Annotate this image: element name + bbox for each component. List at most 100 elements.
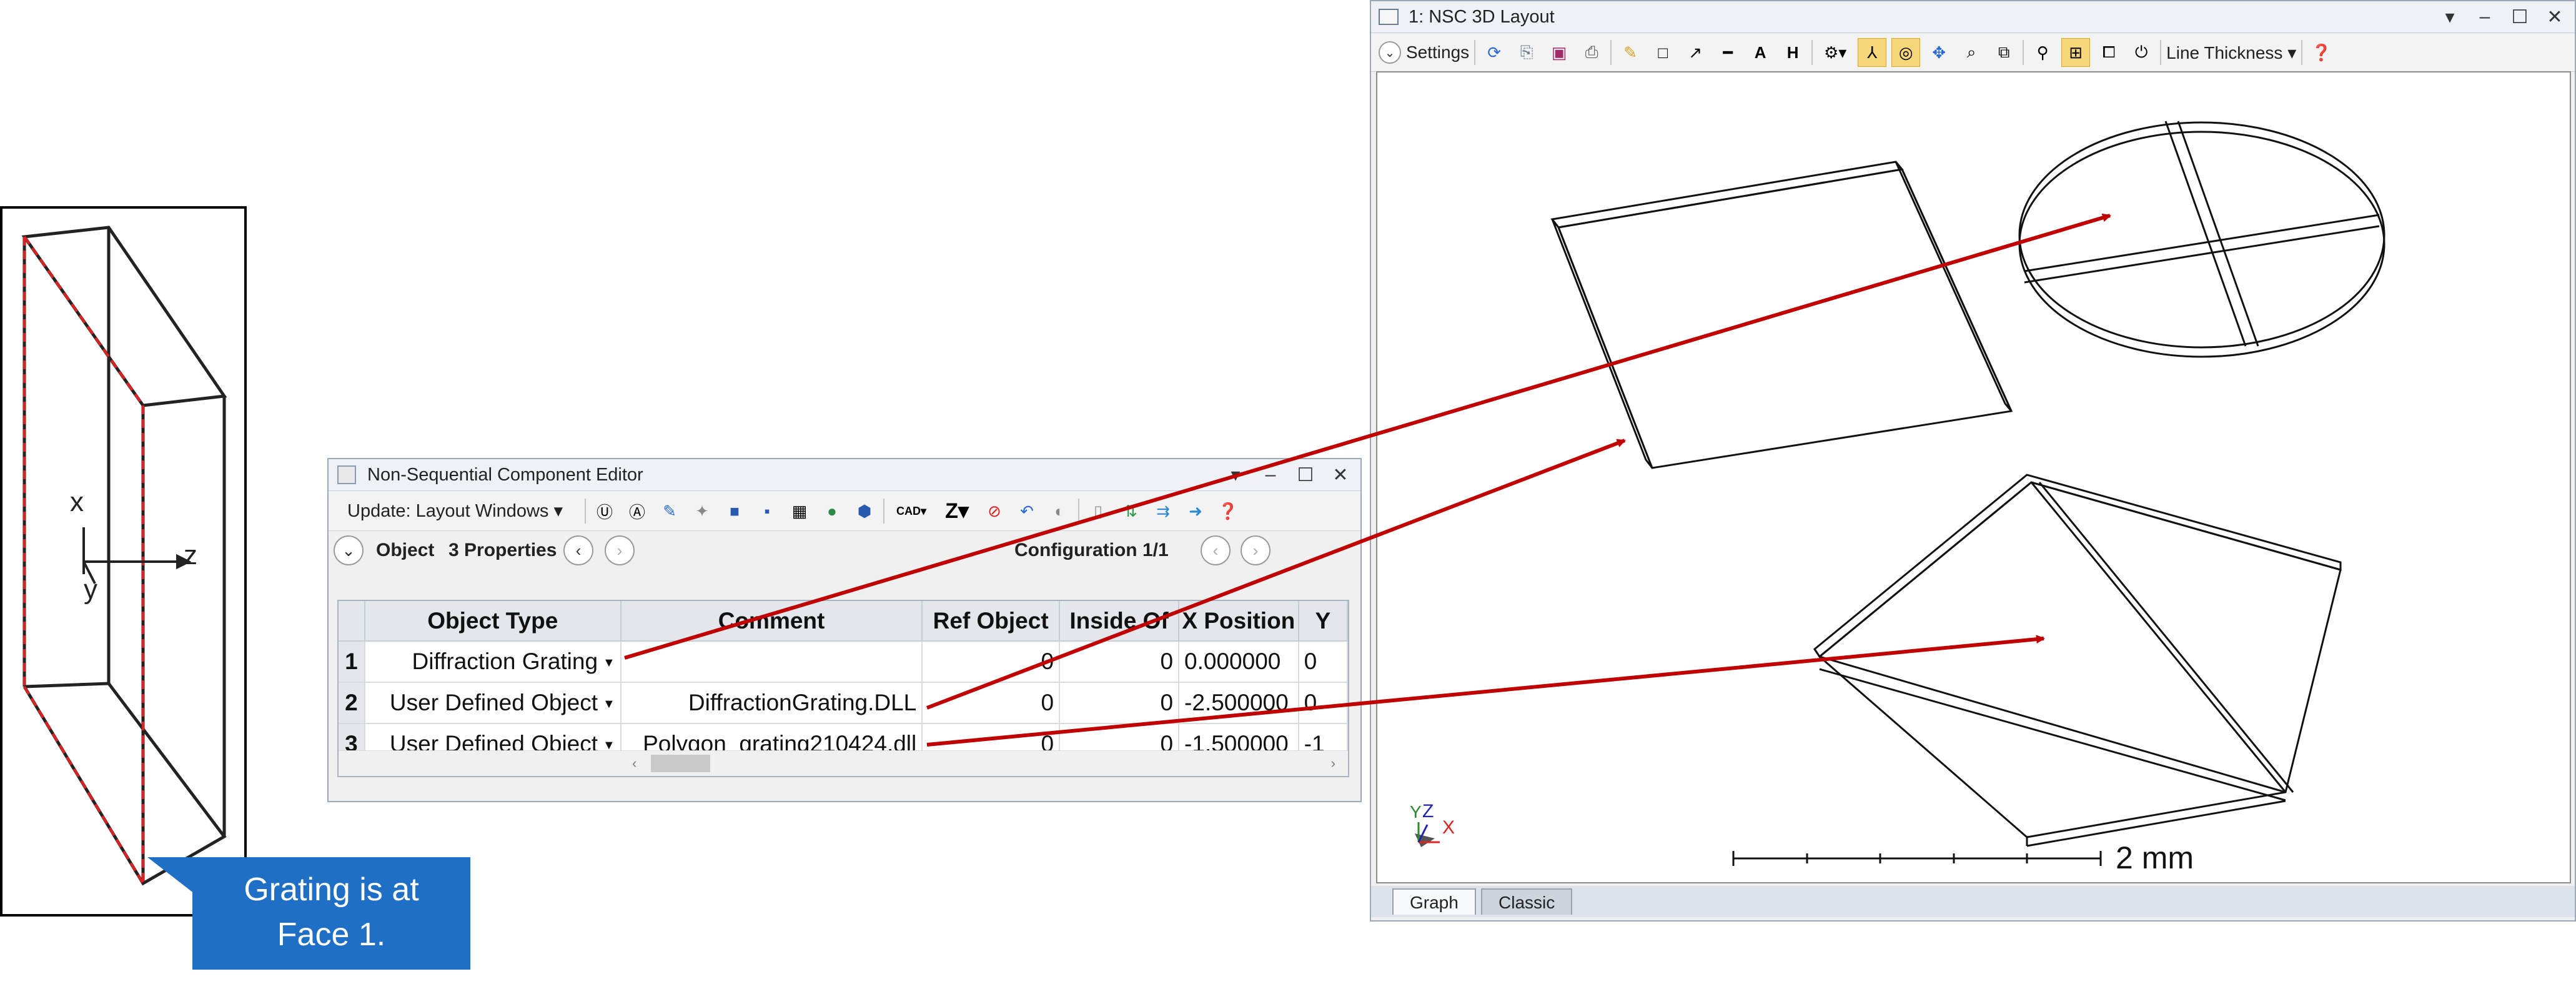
cad-dropdown[interactable]: CAD ▾ [889, 497, 933, 525]
window-icon[interactable]: ⧠ [2095, 39, 2123, 66]
line-icon[interactable]: ━ [1714, 39, 1741, 66]
scrollbar-thumb[interactable] [651, 755, 710, 772]
save-icon[interactable]: ▣ [1545, 39, 1573, 66]
editor-titlebar[interactable]: Non-Sequential Component Editor ▾ – ☐ ✕ [329, 459, 1360, 491]
minimize-icon[interactable]: – [2471, 3, 2499, 31]
page-icon[interactable]: ▯ [1084, 497, 1112, 525]
comment-cell[interactable]: DiffractionGrating.DLL [620, 682, 923, 724]
rotate-dropdown-icon[interactable]: ⚙▾ [1818, 39, 1853, 66]
dropdown-icon[interactable]: ▼ [603, 697, 615, 711]
help-icon[interactable]: ❓ [2307, 39, 2335, 66]
fit-icon[interactable]: ⊞ [2061, 38, 2091, 67]
merge-icon[interactable]: ⇉ [1149, 497, 1177, 525]
settings-button[interactable]: Settings [1406, 42, 1469, 62]
undo-icon[interactable]: ↶ [1013, 497, 1041, 525]
column-header[interactable]: Inside Of [1059, 601, 1180, 642]
update-icon[interactable]: Ⓤ [591, 497, 618, 525]
collapse-icon[interactable]: ⌄ [334, 535, 364, 565]
ref-object-cell[interactable]: 0 [922, 682, 1061, 724]
row-number[interactable]: 1 [339, 641, 365, 683]
exchange-icon[interactable]: ⇅ [1117, 497, 1144, 525]
line-thickness-dropdown[interactable]: Line Thickness ▾ [2166, 42, 2296, 63]
next-object-icon[interactable]: › [605, 535, 635, 565]
scroll-right-icon[interactable]: › [1331, 751, 1335, 776]
toggle-icon[interactable]: ◐ [1046, 497, 1073, 525]
inside-of-cell[interactable]: 0 [1059, 641, 1180, 683]
prev-object-icon[interactable]: ‹ [563, 535, 593, 565]
scale-label: 2 mm [2116, 840, 2194, 875]
maximize-icon[interactable]: ☐ [1292, 461, 1319, 489]
table-row[interactable]: 2 User Defined Object ▼ DiffractionGratin… [339, 682, 1348, 724]
comment-cell[interactable] [620, 641, 923, 683]
stop-icon[interactable]: ⊘ [981, 497, 1008, 525]
print-icon[interactable]: ⎙ [1578, 39, 1605, 66]
z-dropdown[interactable]: Z▾ [938, 497, 976, 525]
help-icon[interactable]: ❓ [1214, 497, 1242, 525]
layout-canvas[interactable]: 2 mm X Y Z [1376, 71, 2571, 883]
close-icon[interactable]: ✕ [1327, 461, 1354, 489]
properties-label[interactable]: 3 Properties [448, 532, 557, 569]
cube-icon[interactable]: ■ [721, 497, 748, 525]
rotate-icon[interactable]: ◎ [1891, 38, 1921, 67]
tab-graph[interactable]: Graph [1392, 888, 1476, 915]
x-position-cell[interactable]: -2.500000 [1179, 682, 1299, 724]
row-number[interactable]: 2 [339, 682, 365, 724]
axes-icon[interactable]: ⅄ [1858, 38, 1887, 67]
update-layout-dropdown[interactable]: Update: Layout Windows ▾ [347, 497, 563, 525]
zoom-box-icon[interactable]: ⧉ [1990, 39, 2018, 66]
next-arrow-icon[interactable]: ➜ [1182, 497, 1209, 525]
column-header[interactable]: Object Type [364, 601, 622, 642]
refresh-icon[interactable]: ⟳ [1480, 39, 1508, 66]
layout-window: 1: NSC 3D Layout ▾ – ☐ ✕ ⌄ Settings ⟳ ⎘ … [1370, 0, 2576, 922]
toolbar-separator [2023, 40, 2024, 65]
arrow-line-icon[interactable]: ↗ [1682, 39, 1709, 66]
scroll-left-icon[interactable]: ‹ [632, 751, 637, 776]
next-config-icon[interactable]: › [1241, 535, 1271, 565]
text-icon[interactable]: A [1746, 39, 1774, 66]
dropdown-icon[interactable]: ▼ [603, 656, 615, 670]
minimize-icon[interactable]: – [1257, 461, 1284, 489]
update-all-icon[interactable]: Ⓐ [623, 497, 651, 525]
layout-titlebar[interactable]: 1: NSC 3D Layout ▾ – ☐ ✕ [1371, 1, 2575, 33]
rectangle-icon[interactable]: □ [1649, 39, 1677, 66]
column-header[interactable]: X Position [1179, 601, 1299, 642]
column-header[interactable]: Comment [620, 601, 923, 642]
object-type-cell[interactable]: Diffraction Grating ▼ [364, 641, 622, 683]
prev-config-icon[interactable]: ‹ [1201, 535, 1231, 565]
grid-icon[interactable]: ▦ [786, 497, 813, 525]
toolbar-separator [883, 499, 884, 524]
y-position-cell[interactable]: 0 [1298, 641, 1348, 683]
dimension-icon[interactable]: H [1779, 39, 1806, 66]
tab-classic[interactable]: Classic [1481, 888, 1573, 915]
hexagon-icon[interactable]: ⬢ [851, 497, 878, 525]
dropdown-icon[interactable]: ▾ [2436, 3, 2464, 31]
inside-of-cell[interactable]: 0 [1059, 682, 1180, 724]
detector-icon[interactable]: ● [818, 497, 846, 525]
source-icon[interactable]: ✦ [688, 497, 716, 525]
pencil-icon[interactable]: ✎ [1617, 39, 1644, 66]
lock-icon[interactable]: ⚲ [2029, 39, 2056, 66]
cube-small-icon[interactable]: ▪ [753, 497, 781, 525]
power-icon[interactable]: ⏻ [2128, 39, 2155, 66]
maximize-icon[interactable]: ☐ [2506, 3, 2534, 31]
object-label: Object [376, 540, 435, 560]
x-position-cell[interactable]: 0.000000 [1179, 641, 1299, 683]
editor-toolbar: Update: Layout Windows ▾ Ⓤ Ⓐ ✎ ✦ ■ ▪ ▦ ●… [329, 492, 1360, 531]
copy-icon[interactable]: ⎘ [1513, 39, 1540, 66]
pan-icon[interactable]: ✥ [1925, 39, 1953, 66]
y-position-cell[interactable]: 0 [1298, 682, 1348, 724]
axis-z-label: Z [1422, 801, 1434, 822]
axis-x-label: x [70, 487, 84, 517]
ref-object-cell[interactable]: 0 [922, 641, 1061, 683]
pencil-icon[interactable]: ✎ [656, 497, 683, 525]
horizontal-scrollbar[interactable]: ‹ › [339, 750, 1348, 776]
zoom-icon[interactable]: ⌕ [1958, 39, 1985, 66]
column-header[interactable]: Ref Object [922, 601, 1061, 642]
settings-collapse-icon[interactable]: ⌄ [1379, 41, 1401, 64]
object-type-cell[interactable]: User Defined Object ▼ [364, 682, 622, 724]
column-header[interactable]: Y [1298, 601, 1348, 642]
dropdown-icon[interactable]: ▾ [1222, 461, 1249, 489]
close-icon[interactable]: ✕ [2541, 3, 2569, 31]
table-row[interactable]: 1 Diffraction Grating ▼ 0 0 0.000000 0 [339, 641, 1348, 683]
layout-tabs: Graph Classic [1371, 886, 2575, 917]
